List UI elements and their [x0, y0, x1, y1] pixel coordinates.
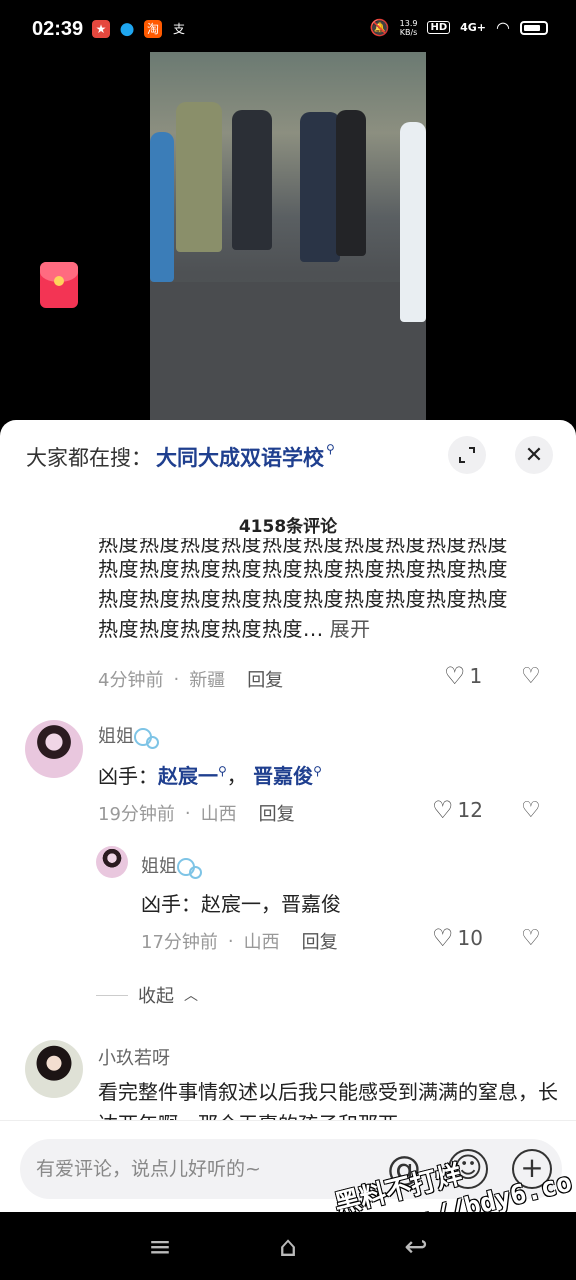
divider	[96, 994, 128, 996]
video-person	[176, 102, 222, 252]
hd-icon: HD	[427, 21, 451, 34]
comment-meta: 19分钟前 · 山西 回复	[98, 800, 295, 826]
comment-meta: 4分钟前 · 新疆 回复	[98, 666, 283, 692]
collapse-replies-button[interactable]: 收起 ︿	[96, 982, 198, 1008]
like-button[interactable]: ♡ 1	[444, 664, 482, 688]
comment-input[interactable]	[36, 1151, 376, 1187]
video-person	[336, 110, 366, 256]
trending-search[interactable]: 大家都在搜： 大同大成双语学校 ⚲	[26, 442, 335, 472]
like-count: 1	[469, 664, 483, 688]
home-icon[interactable]: ⌂	[268, 1230, 308, 1263]
trending-search-label: 大家都在搜：	[26, 446, 152, 470]
alipay-icon: 支	[172, 22, 185, 36]
search-link[interactable]: 赵宸一	[158, 764, 218, 788]
search-link[interactable]: 晋嘉俊	[253, 764, 313, 788]
search-icon: ⚲	[326, 442, 335, 456]
comment-count: 4158条评论	[238, 517, 338, 537]
dislike-icon[interactable]: ♡	[521, 926, 541, 951]
red-packet-icon[interactable]	[40, 262, 78, 308]
username[interactable]: 姐姐	[98, 722, 159, 749]
status-right: 🔕 13.9 KB/s HD 4G+ ◠	[370, 18, 548, 37]
like-button[interactable]: ♡ 10	[432, 926, 483, 950]
avatar[interactable]	[96, 846, 128, 878]
dislike-icon[interactable]: ♡	[521, 664, 541, 689]
video-person	[150, 132, 174, 282]
avatar[interactable]	[25, 1040, 83, 1098]
username[interactable]: 姐姐	[141, 852, 202, 879]
network-speed: 13.9 KB/s	[399, 18, 418, 37]
video-person	[300, 112, 340, 262]
back-icon[interactable]: ↩	[396, 1230, 436, 1263]
qq-icon: ●	[119, 19, 135, 39]
like-button[interactable]: ♡ 12	[432, 798, 483, 822]
video-player[interactable]	[150, 52, 426, 420]
reply-button[interactable]: 回复	[259, 800, 295, 826]
status-time: 02:39	[32, 18, 84, 40]
battery-icon	[520, 20, 548, 35]
search-icon: ⚲	[218, 764, 227, 778]
reply-button[interactable]: 回复	[247, 666, 283, 692]
comment-meta: 17分钟前 · 山西 回复	[141, 928, 338, 954]
comment-text: 凶手：赵宸一，晋嘉俊	[141, 892, 341, 916]
mute-icon: 🔕	[369, 18, 390, 37]
search-icon: ⚲	[313, 764, 322, 778]
comment-sheet: 大家都在搜： 大同大成双语学校 ⚲ ✕ 4158条评论 热度热度热度热度热度热度…	[0, 420, 576, 1212]
bubble-icon	[177, 856, 202, 879]
signal-icon: 4G+	[460, 21, 487, 34]
bubble-icon	[134, 726, 159, 749]
comment-text: 凶手：赵宸一⚲， 晋嘉俊⚲	[98, 764, 322, 788]
video-person	[400, 122, 426, 322]
video-road	[150, 282, 426, 420]
trending-search-keyword[interactable]: 大同大成双语学校	[156, 442, 324, 472]
app-notification-icon: ★	[92, 20, 110, 38]
heart-icon: ♡	[444, 662, 466, 690]
close-icon[interactable]: ✕	[515, 436, 553, 474]
like-count: 10	[457, 926, 483, 950]
dislike-icon[interactable]: ♡	[521, 798, 541, 823]
comment-text: 热度热度热度热度热度热度热度热度热度热度 热度热度热度热度热度热度热度热度热度热…	[98, 538, 508, 641]
heart-icon: ♡	[432, 924, 454, 952]
username[interactable]: 小玖若呀	[98, 1044, 170, 1070]
chevron-up-icon: ︿	[184, 988, 198, 1004]
heart-icon: ♡	[432, 796, 454, 824]
system-nav-bar: ≡ ⌂ ↩	[0, 1212, 576, 1280]
like-count: 12	[457, 798, 483, 822]
video-person	[232, 110, 272, 250]
avatar[interactable]	[25, 720, 83, 778]
reply-button[interactable]: 回复	[302, 928, 338, 954]
taobao-icon: 淘	[144, 20, 162, 38]
expand-icon[interactable]	[448, 436, 486, 474]
notification-icons: ★ ● 淘 支	[92, 20, 188, 38]
wifi-icon: ◠	[496, 18, 510, 37]
menu-icon[interactable]: ≡	[140, 1230, 180, 1263]
expand-comment-link[interactable]: 展开	[330, 617, 371, 641]
